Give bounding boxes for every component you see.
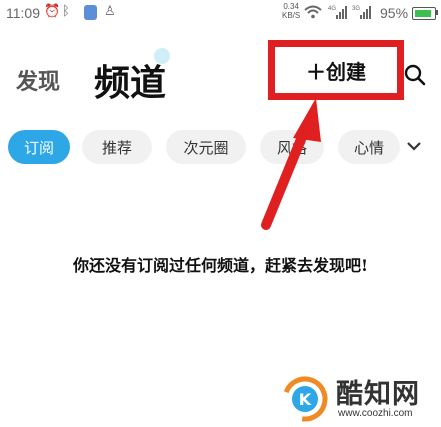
tab-indicator-dot [154,48,170,64]
battery-tip [436,10,438,15]
signal-3g-icon: 3G [352,6,371,19]
wifi-icon [304,5,322,19]
watermark-logo-icon: K [282,376,328,422]
net-speed-unit: KB/S [282,11,301,20]
svg-text:4G: 4G [328,6,336,12]
watermark-title: 酷知网 [336,379,420,410]
status-bar: 11:09 ⏰ ᛒ ♙ 0.34 KB/S 4G 3G 95% [0,0,441,28]
chip-style[interactable]: 风格 [260,130,324,164]
watermark-url: www.coozhi.com [338,408,413,419]
svg-text:K: K [299,390,312,409]
qq-icon: ♙ [104,4,116,19]
alarm-icon: ⏰ [44,4,61,19]
watermark: K 酷知网 www.coozhi.com [282,370,441,426]
signal-4g-icon: 4G [328,6,347,19]
search-icon[interactable] [404,64,426,86]
tab-channel[interactable]: 频道 [94,54,166,106]
net-speed-value: 0.34 [283,2,299,11]
chip-dimension-circle[interactable]: 次元圈 [166,130,246,164]
empty-state-message: 你还没有订阅过任何频道，赶紧去发现吧! [72,256,369,275]
chip-recommend[interactable]: 推荐 [82,130,152,164]
create-channel-button[interactable]: ＋创建 [268,40,404,100]
svg-text:3G: 3G [352,6,360,12]
battery-icon [412,7,436,20]
tab-discover[interactable]: 发现 [16,64,60,96]
net-speed: 0.34 KB/S [282,2,300,20]
chip-subscribe[interactable]: 订阅 [8,130,70,164]
status-time: 11:09 [6,5,40,21]
category-chip-row: 订阅 推荐 次元圈 风格 心情 [8,130,441,164]
chevron-down-icon[interactable] [404,136,424,156]
app-badge-icon [84,5,97,20]
battery-percent: 95% [380,5,409,21]
chip-mood[interactable]: 心情 [338,130,400,164]
bluetooth-icon: ᛒ [62,4,70,19]
